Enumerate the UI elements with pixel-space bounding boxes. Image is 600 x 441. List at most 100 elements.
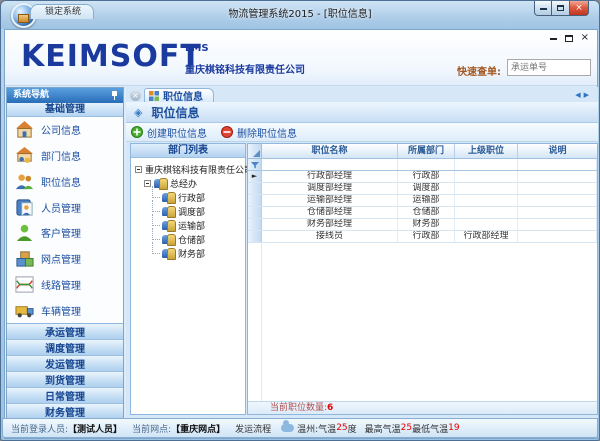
tab-scroll-right-icon[interactable]: ▶ — [584, 91, 592, 99]
row-indicator — [248, 183, 262, 194]
column-header-department[interactable]: 所属部门 — [398, 144, 455, 158]
mdi-close-icon[interactable]: × — [581, 32, 589, 44]
sidebar-group-dispatch[interactable]: 调度管理 — [7, 340, 123, 356]
sidebar-item-personnel-mgmt[interactable]: 人员管理 — [7, 194, 123, 220]
tab-scroll-arrows[interactable]: ◀▶ — [575, 91, 592, 99]
weather-temp-high: 25 — [401, 423, 412, 433]
tree-node-label: 仓储部 — [178, 233, 205, 246]
cell-note[interactable] — [518, 195, 597, 206]
cell-department[interactable]: 调度部 — [398, 183, 455, 194]
filter-cell[interactable] — [398, 159, 455, 170]
sidebar-group-carriage[interactable]: 承运管理 — [7, 324, 123, 340]
cell-superior[interactable] — [455, 207, 518, 218]
tree-node-dept[interactable]: 仓储部 — [149, 232, 245, 246]
cell-superior[interactable] — [455, 195, 518, 206]
tree-node-dept[interactable]: 运输部 — [149, 218, 245, 232]
sidebar-item-customer-mgmt[interactable]: 客户管理 — [7, 220, 123, 246]
shipping-flow-link[interactable]: 发运流程 — [235, 422, 271, 435]
sidebar-item-network-mgmt[interactable]: 网点管理 — [7, 246, 123, 272]
filter-cell[interactable] — [262, 159, 398, 170]
cell-department[interactable]: 行政部 — [398, 231, 455, 242]
sidebar-item-department-info[interactable]: 部门信息 — [7, 143, 123, 169]
cell-note[interactable] — [518, 231, 597, 242]
filter-cell[interactable] — [455, 159, 518, 170]
grid-row[interactable]: 仓储部经理 仓储部 — [248, 207, 597, 219]
collapse-icon[interactable] — [135, 166, 142, 173]
sidebar-item-vehicle-mgmt[interactable]: 车辆管理 — [7, 297, 123, 323]
column-header-superior[interactable]: 上级职位 — [455, 144, 518, 158]
close-button[interactable]: × — [569, 1, 589, 16]
cell-note[interactable] — [518, 171, 597, 182]
cell-note[interactable] — [518, 207, 597, 218]
tree-node-dept[interactable]: 调度部 — [149, 204, 245, 218]
cell-department[interactable]: 财务部 — [398, 219, 455, 230]
boxes-icon — [15, 249, 34, 268]
tab-close-icon[interactable]: × — [130, 90, 141, 101]
tree-node-dept[interactable]: 行政部 — [149, 190, 245, 204]
sidebar-group-daily[interactable]: 日常管理 — [7, 388, 123, 404]
quick-search-input[interactable] — [507, 59, 591, 76]
page-title: 职位信息 — [151, 104, 199, 121]
sidebar-item-company-info[interactable]: 公司信息 — [7, 117, 123, 143]
tree-connector — [152, 242, 160, 254]
minimize-button[interactable] — [534, 1, 552, 16]
sidebar-group-arrival[interactable]: 到货管理 — [7, 372, 123, 388]
house-icon — [15, 120, 34, 139]
cell-superior[interactable] — [455, 219, 518, 230]
maximize-button[interactable] — [552, 1, 569, 16]
sidebar-group-basic[interactable]: 基础管理 — [7, 103, 123, 117]
cell-department[interactable]: 运输部 — [398, 195, 455, 206]
department-icon — [162, 220, 176, 231]
cell-position-name[interactable]: 运输部经理 — [262, 195, 398, 206]
cell-note[interactable] — [518, 219, 597, 230]
tab-strip: × 职位信息 ◀▶ — [126, 88, 598, 102]
page-title-band: ◈ 职位信息 — [126, 102, 598, 123]
department-tree-panel: 部门列表 重庆棋铭科技有限责任公司 总经办 行政部 — [130, 143, 246, 415]
cell-superior[interactable] — [455, 183, 518, 194]
sidebar-item-position-info[interactable]: 职位信息 — [7, 169, 123, 195]
column-header-position[interactable]: 职位名称 — [262, 144, 398, 158]
cell-position-name[interactable]: 财务部经理 — [262, 219, 398, 230]
grid-row[interactable]: 运输部经理 运输部 — [248, 195, 597, 207]
sidebar-title: 系统导航 — [7, 88, 123, 103]
tree-node-root[interactable]: 重庆棋铭科技有限责任公司 — [135, 162, 245, 176]
tab-scroll-left-icon[interactable]: ◀ — [575, 91, 583, 99]
mdi-window-controls: × — [550, 32, 589, 44]
mdi-restore-icon[interactable] — [565, 35, 573, 42]
pin-icon[interactable] — [111, 91, 118, 100]
cell-position-name[interactable]: 接线员 — [262, 231, 398, 242]
sidebar: 系统导航 基础管理 公司信息 部门信息 职位信息 — [6, 87, 124, 420]
tree-node-hq[interactable]: 总经办 — [144, 176, 245, 190]
grid-row[interactable]: 财务部经理 财务部 — [248, 219, 597, 231]
cell-superior[interactable]: 行政部经理 — [455, 231, 518, 242]
grid-row[interactable]: 调度部经理 调度部 — [248, 183, 597, 195]
tab-position-info[interactable]: 职位信息 — [144, 88, 214, 102]
grid-row[interactable]: 接线员 行政部 行政部经理 — [248, 231, 597, 243]
filter-cell[interactable] — [518, 159, 597, 170]
cell-position-name[interactable]: 调度部经理 — [262, 183, 398, 194]
house-people-icon — [15, 146, 34, 165]
company-name: 重庆棋铭科技有限责任公司 — [185, 61, 305, 76]
select-all-cell[interactable] — [248, 144, 262, 158]
sidebar-item-route-mgmt[interactable]: 线路管理 — [7, 272, 123, 298]
cell-department[interactable]: 行政部 — [398, 171, 455, 182]
column-header-note[interactable]: 说明 — [518, 144, 597, 158]
site-label: 当前网点: — [132, 422, 171, 435]
collapse-icon[interactable] — [144, 180, 151, 187]
tree-header: 部门列表 — [131, 144, 245, 158]
cell-department[interactable]: 仓储部 — [398, 207, 455, 218]
weather-city: 温州:气温 — [297, 422, 336, 435]
cell-position-name[interactable]: 仓储部经理 — [262, 207, 398, 218]
tree-node-dept[interactable]: 财务部 — [149, 246, 245, 260]
sidebar-group-shipping[interactable]: 发运管理 — [7, 356, 123, 372]
mdi-minimize-icon[interactable] — [550, 37, 557, 40]
cell-note[interactable] — [518, 183, 597, 194]
cell-position-name[interactable]: 行政部经理 — [262, 171, 398, 182]
delete-position-button[interactable]: 删除职位信息 — [221, 125, 297, 140]
create-position-button[interactable]: 创建职位信息 — [131, 125, 207, 140]
cell-superior[interactable] — [455, 171, 518, 182]
product-name: LMS — [185, 43, 209, 54]
sidebar-item-label: 客户管理 — [41, 225, 81, 240]
department-tree: 重庆棋铭科技有限责任公司 总经办 行政部 — [131, 158, 245, 260]
grid-row[interactable]: ► 行政部经理 行政部 — [248, 171, 597, 183]
